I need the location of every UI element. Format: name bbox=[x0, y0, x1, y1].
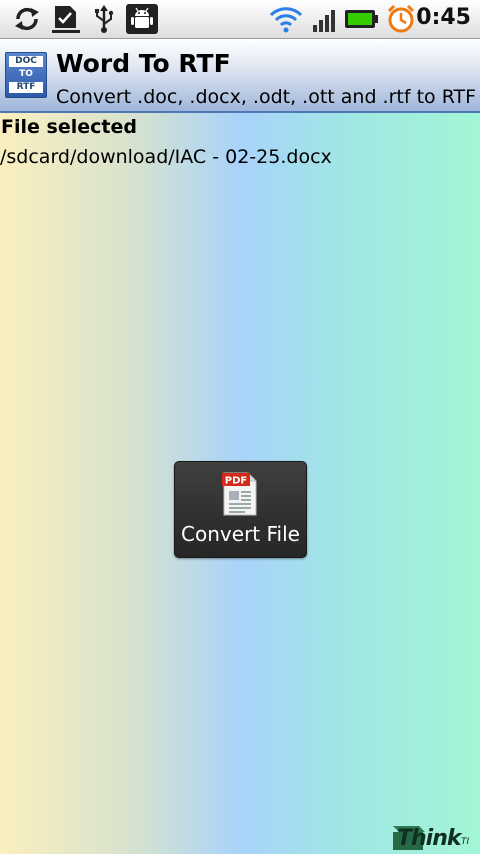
clock-time: 0:45 bbox=[416, 5, 471, 30]
app-subtitle: Convert .doc, .docx, .odt, .ott and .rtf… bbox=[56, 86, 477, 108]
app-icon-to-label: TO bbox=[19, 69, 33, 79]
android-debug-icon bbox=[126, 4, 158, 34]
app-title: Word To RTF bbox=[56, 49, 231, 78]
convert-file-button[interactable]: PDF Convert File bbox=[174, 461, 307, 558]
app-header: DOC TO RTF Word To RTF Convert .doc, .do… bbox=[0, 39, 480, 113]
app-icon-doc-label: DOC bbox=[9, 56, 43, 67]
logo-suffix: TI bbox=[461, 837, 470, 847]
convert-file-label: Convert File bbox=[181, 522, 300, 546]
signal-icon bbox=[313, 10, 335, 32]
file-path: /sdcard/download/IAC - 02-25.docx bbox=[0, 146, 332, 168]
status-bar: 0:45 bbox=[0, 0, 480, 39]
app-icon: DOC TO RTF bbox=[5, 52, 47, 98]
pdf-icon-label: PDF bbox=[225, 476, 247, 487]
app-icon-rtf-label: RTF bbox=[9, 82, 43, 93]
usb-icon bbox=[95, 5, 114, 33]
wifi-icon bbox=[269, 7, 303, 33]
battery-icon bbox=[345, 10, 378, 28]
download-complete-icon bbox=[52, 6, 80, 33]
file-selected-label: File selected bbox=[1, 116, 137, 138]
logo-text: Think bbox=[397, 826, 462, 851]
think-logo: Think TI bbox=[389, 824, 475, 852]
alarm-icon bbox=[387, 4, 415, 33]
pdf-file-icon: PDF bbox=[222, 472, 257, 516]
sync-icon bbox=[15, 7, 39, 31]
